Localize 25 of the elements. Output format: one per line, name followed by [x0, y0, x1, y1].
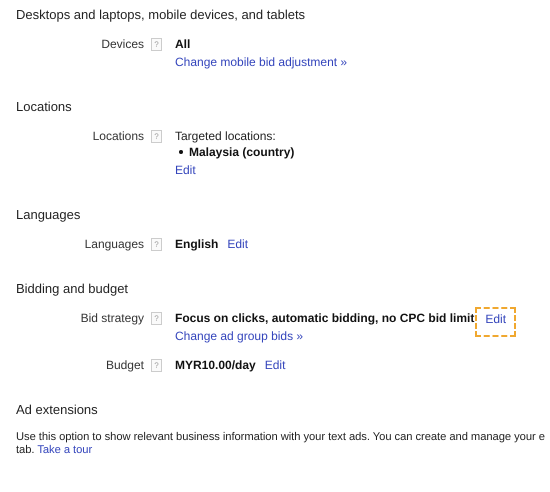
description-text: Use this option to show relevant business information with your text ads. You can create and manage your e tab. Take a tour — [16, 431, 546, 457]
field-label: Devices — [100, 36, 144, 52]
edit-link[interactable]: Change mobile bid adjustment » — [175, 54, 348, 70]
edit-link[interactable]: Edit — [227, 236, 248, 252]
field-value: English — [175, 236, 218, 252]
section-heading: Bidding and budget — [16, 280, 130, 298]
field-label: Budget — [104, 357, 144, 373]
field-value: Focus on clicks, automatic bidding, no CPC bid limit — [175, 310, 474, 326]
field-label: Locations — [92, 128, 144, 144]
field-label: Languages — [84, 236, 144, 252]
tour-link[interactable]: Take a tour — [37, 444, 92, 456]
field-label: Bid strategy — [80, 310, 144, 326]
section-heading: Languages — [16, 206, 82, 224]
section-heading: Locations — [16, 98, 73, 116]
section-heading: Ad extensions — [16, 401, 99, 419]
edit-link[interactable]: Edit — [475, 307, 516, 337]
field-text: Targeted locations: — [175, 128, 277, 144]
edit-link[interactable]: Change ad group bids » — [175, 328, 304, 344]
field-value: MYR10.00/day — [175, 357, 256, 373]
section-heading: Desktops and laptops, mobile devices, and tablets — [16, 6, 306, 24]
bullet-item: Malaysia (country) — [189, 144, 294, 160]
edit-link[interactable]: Edit — [175, 162, 196, 178]
field-value: All — [175, 36, 190, 52]
edit-link[interactable]: Edit — [264, 357, 286, 373]
bullet-icon — [179, 150, 183, 154]
